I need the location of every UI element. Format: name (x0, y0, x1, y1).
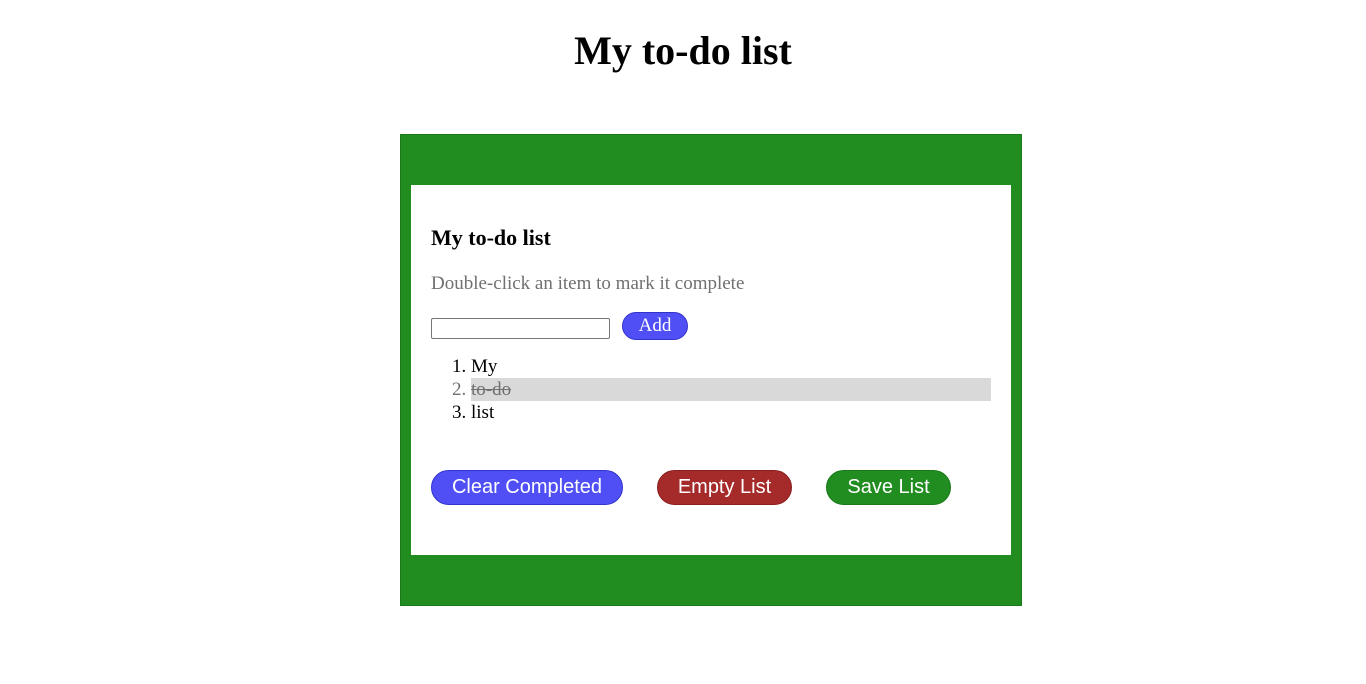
todo-item[interactable]: My (471, 355, 991, 378)
empty-list-button[interactable]: Empty List (657, 470, 792, 505)
add-button[interactable]: Add (622, 312, 688, 340)
todo-list: My to-do list (431, 355, 991, 424)
save-list-button[interactable]: Save List (826, 470, 951, 505)
instruction-text: Double-click an item to mark it complete (431, 273, 745, 294)
todo-card: My to-do list Double-click an item to ma… (411, 185, 1011, 555)
todo-item[interactable]: list (471, 401, 991, 424)
clear-completed-button[interactable]: Clear Completed (431, 470, 623, 505)
todo-frame: My to-do list Double-click an item to ma… (400, 134, 1022, 606)
new-item-input[interactable] (431, 318, 610, 339)
card-title: My to-do list (431, 225, 551, 250)
todo-item-completed[interactable]: to-do (471, 378, 991, 401)
page-title: My to-do list (574, 28, 792, 73)
